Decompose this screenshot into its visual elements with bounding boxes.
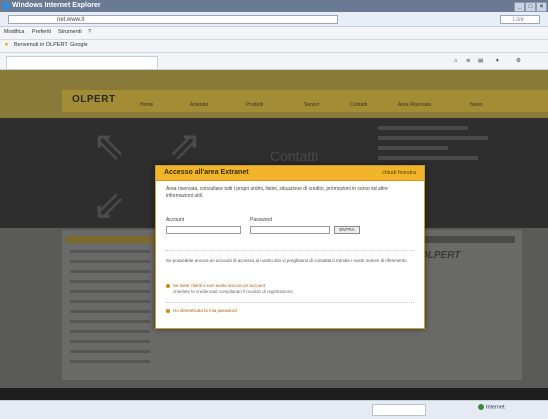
window-title: Windows Internet Explorer <box>12 2 101 9</box>
menu-help[interactable]: ? <box>88 29 91 35</box>
register-link-description: chiedete le credenziali compilando il mo… <box>173 289 293 294</box>
password-label: Password <box>250 217 272 223</box>
nav-news[interactable]: News <box>470 102 483 108</box>
status-progress <box>372 404 426 416</box>
hero-title: Contatti <box>270 148 319 164</box>
menu-edit[interactable]: Modifica <box>4 29 24 35</box>
feeds-icon[interactable]: ≋ <box>466 58 471 64</box>
security-zone: Internet <box>478 404 505 410</box>
browser-tab[interactable] <box>6 56 158 69</box>
arrow-icon: ⇙ <box>92 184 126 228</box>
window-title-bar: Windows Internet Explorer _ □ × <box>0 0 548 12</box>
maximize-button[interactable]: □ <box>525 2 536 12</box>
forgot-password-row: Ho dimenticato la mia password <box>166 308 237 314</box>
register-link[interactable]: Se siete clienti e non avete ancora un a… <box>173 283 265 288</box>
arrow-icon: ⇖ <box>92 124 126 168</box>
search-input[interactable]: Live <box>500 15 540 24</box>
minimize-button[interactable]: _ <box>514 2 525 12</box>
nav-servizi[interactable]: Servizi <box>304 102 319 108</box>
divider <box>166 250 414 251</box>
partner-logo: OLPERT <box>420 250 461 261</box>
account-input[interactable] <box>166 226 241 234</box>
account-label: Account <box>166 217 185 223</box>
page-footer <box>0 388 548 400</box>
close-window-button[interactable]: × <box>536 2 547 12</box>
nav-contatti[interactable]: Contatti <box>350 102 367 108</box>
page-header-nav <box>62 90 548 112</box>
right-column <box>420 236 515 243</box>
address-input[interactable]: net.www.it <box>8 15 338 24</box>
bullet-icon <box>166 308 170 313</box>
favorites-star-icon[interactable]: ★ <box>4 42 9 48</box>
bullet-icon <box>166 283 170 288</box>
page-menu-icon[interactable]: ▾ <box>496 58 499 64</box>
password-input[interactable] <box>250 226 330 234</box>
menu-favorites[interactable]: Preferiti <box>32 29 51 35</box>
extranet-login-dialog: Accesso all'area Extranet chiudi finestr… <box>155 165 425 329</box>
dialog-intro: Area riservata, consultare tutti i propr… <box>166 186 388 199</box>
status-bar <box>0 400 548 419</box>
nav-area-riservata[interactable]: Area Riservata <box>398 102 431 108</box>
nav-azienda[interactable]: Azienda <box>190 102 208 108</box>
dialog-close-link[interactable]: chiudi finestra <box>382 170 416 176</box>
home-icon[interactable]: ⌂ <box>454 58 457 64</box>
favorite-link-google[interactable]: Google <box>70 42 88 48</box>
favorite-link-olpert[interactable]: Benvenuti in OLPERT <box>14 42 68 48</box>
browser-icon <box>2 2 10 10</box>
divider <box>166 302 414 303</box>
dialog-header: Accesso all'area Extranet chiudi finestr… <box>156 166 424 181</box>
zone-label: Internet <box>486 404 505 411</box>
nav-home[interactable]: Home <box>140 102 153 108</box>
arrow-icon: ⇗ <box>168 124 202 168</box>
left-column <box>66 236 161 363</box>
menu-bar <box>0 27 548 40</box>
dialog-note: Se possedete ancora un account di access… <box>166 258 408 263</box>
dialog-title: Accesso all'area Extranet <box>164 169 249 176</box>
forgot-password-link[interactable]: Ho dimenticato la mia password <box>173 308 237 313</box>
site-logo: OLPERT <box>72 94 116 105</box>
menu-tools[interactable]: Strumenti <box>58 29 82 35</box>
register-link-row: Se siete clienti e non avete ancora un a… <box>166 283 293 295</box>
nav-prodotti[interactable]: Prodotti <box>246 102 263 108</box>
globe-icon <box>478 404 484 410</box>
print-icon[interactable]: ▤ <box>478 58 483 64</box>
login-button[interactable]: ENTRA <box>334 226 360 234</box>
tools-menu-icon[interactable]: ⚙ <box>516 58 521 64</box>
